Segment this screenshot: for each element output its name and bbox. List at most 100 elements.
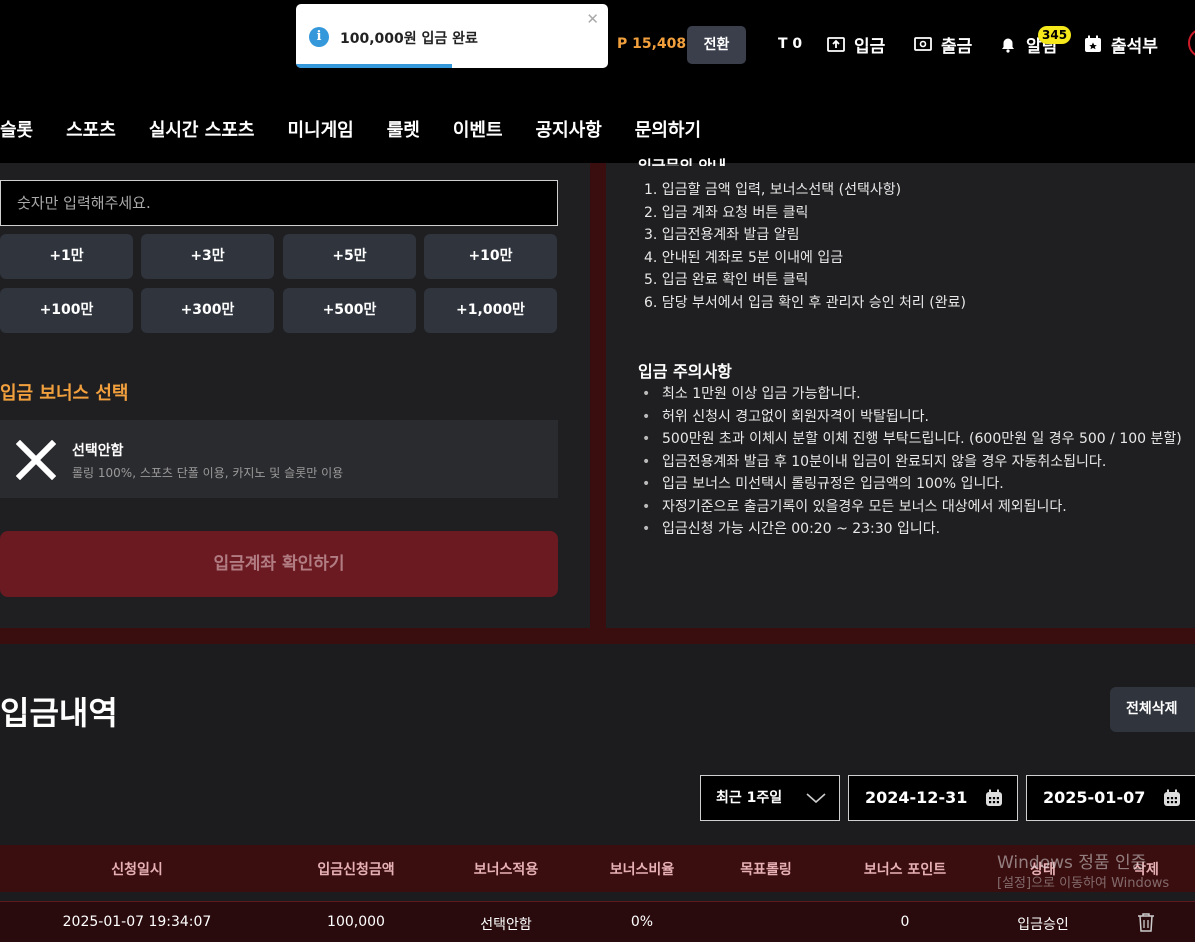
- period-select[interactable]: 최근 1주일: [700, 775, 840, 821]
- amount-quick-button[interactable]: +500만: [283, 288, 416, 333]
- history-title: 입금내역: [0, 694, 118, 732]
- guide-step: 3. 입금전용계좌 발급 알림: [644, 227, 800, 243]
- nav-link[interactable]: 미니게임: [287, 116, 353, 150]
- guide-steps-list: 1. 입금할 금액 입력, 보너스선택 (선택사항) 2. 입금 계좌 요청 버튼…: [644, 179, 966, 314]
- table-cell-ratio: 0%: [630, 914, 654, 930]
- main-navigation: 슬롯 스포츠 실시간 스포츠 미니게임 룰렛 이벤트 공지사항 문의하기: [0, 116, 734, 150]
- notification-toast: i 100,000원 입금 완료 ✕: [296, 4, 608, 68]
- bullet-icon: •: [642, 521, 651, 537]
- period-select-value: 최근 1주일: [716, 790, 783, 806]
- caution-item: • 허위 신청시 경고없이 회원자격이 박탈됩니다.: [642, 406, 1182, 429]
- column-header: 입금신청금액: [317, 862, 395, 878]
- amount-input[interactable]: [0, 180, 558, 226]
- bullet-icon: •: [642, 408, 651, 425]
- attendance-link[interactable]: 출석부: [1083, 32, 1158, 57]
- bullet-icon: •: [642, 498, 651, 515]
- points-balance: P 15,408: [617, 36, 687, 52]
- table-cell-amount: 100,000: [327, 914, 385, 930]
- amount-quick-button[interactable]: +1,000만: [424, 288, 557, 333]
- guide-step: 2. 입금 계좌 요청 버튼 클릭: [644, 204, 809, 221]
- caution-text: 입금신청 가능 시간은 00:20 ~ 23:30 입니다.: [662, 521, 941, 537]
- convert-button[interactable]: 전환: [687, 26, 746, 64]
- confirm-account-button[interactable]: 입금계좌 확인하기: [0, 531, 558, 597]
- amount-quick-button[interactable]: +300만: [141, 288, 274, 333]
- caution-item: • 500만원 초과 이체시 분할 이체 진행 부탁드립니다. (600만원 일 …: [642, 428, 1182, 451]
- table-cell-bonus-points: 0: [900, 914, 910, 930]
- caution-item: • 입금 보너스 미선택시 롤링규정은 입금액의 100% 입니다.: [642, 473, 1182, 496]
- caution-item: • 입금전용계좌 발급 후 10분이내 입금이 완료되지 않을 경우 자동취소됩니…: [642, 451, 1182, 474]
- column-header: 신청일시: [111, 862, 163, 878]
- withdraw-label: 출금: [941, 36, 973, 57]
- caution-item: • 입금신청 가능 시간은 00:20 ~ 23:30 입니다.: [642, 518, 1182, 541]
- nav-link[interactable]: 공지사항: [536, 116, 602, 150]
- caution-text: 자정기준으로 출금기록이 있을경우 모든 보너스 대상에서 제외됩니다.: [662, 498, 1067, 515]
- column-header: 보너스비율: [609, 862, 675, 878]
- deposit-link[interactable]: 입금: [826, 32, 886, 57]
- date-from-value: 2024-12-31: [865, 788, 968, 807]
- bell-icon: [1002, 38, 1014, 53]
- bullet-icon: •: [642, 386, 651, 402]
- nav-link[interactable]: 이벤트: [453, 116, 503, 150]
- withdraw-link[interactable]: 출금: [913, 32, 973, 57]
- close-icon[interactable]: ✕: [586, 10, 599, 28]
- date-to-value: 2025-01-07: [1043, 788, 1146, 807]
- bullet-icon: •: [642, 431, 651, 447]
- amount-quick-button[interactable]: +3만: [141, 234, 274, 279]
- notification-count-badge: 345: [1038, 26, 1072, 44]
- bonus-option-description: 롤링 100%, 스포츠 단폴 이용, 카지노 및 슬롯만 이용: [72, 466, 344, 480]
- calendar-icon[interactable]: [1163, 789, 1181, 807]
- bullet-icon: •: [642, 453, 651, 470]
- amount-quick-button[interactable]: +5만: [283, 234, 416, 279]
- caution-item: • 자정기준으로 출금기록이 있을경우 모든 보너스 대상에서 제외됩니다.: [642, 496, 1182, 519]
- bullet-icon: •: [642, 476, 651, 492]
- t-count: T 0: [778, 36, 803, 52]
- nav-link[interactable]: 문의하기: [635, 116, 701, 150]
- table-cell-date: 2025-01-07 19:34:07: [62, 914, 212, 930]
- guide-step: 6. 담당 부서에서 입금 확인 후 관리자 승인 처리 (완료): [644, 294, 966, 311]
- amount-quick-button[interactable]: +10만: [424, 234, 557, 279]
- nav-link[interactable]: 룰렛: [387, 116, 420, 150]
- nav-link[interactable]: 스포츠: [66, 116, 116, 150]
- nav-link[interactable]: 슬롯: [0, 116, 33, 150]
- amount-quick-button[interactable]: +100만: [0, 288, 133, 333]
- deposit-label: 입금: [854, 36, 886, 57]
- date-from-field[interactable]: 2024-12-31: [848, 775, 1018, 821]
- caution-text: 허위 신청시 경고없이 회원자격이 박탈됩니다.: [662, 408, 929, 425]
- deposit-icon: [827, 37, 845, 52]
- calendar-star-icon: [1085, 35, 1101, 52]
- table-row: 2025-01-07 19:34:07 100,000 선택안함 0% 0 입금승인: [0, 901, 1195, 942]
- panel-divider: [590, 163, 606, 628]
- profile-avatar[interactable]: [1188, 28, 1195, 58]
- delete-all-button[interactable]: 전체삭제: [1110, 687, 1195, 732]
- windows-activation-watermark-sub: [설정]으로 이동하여 Windows: [997, 876, 1170, 891]
- caution-text: 입금 보너스 미선택시 롤링규정은 입금액의 100% 입니다.: [662, 476, 1004, 492]
- windows-activation-watermark: Windows 정품 인증: [997, 853, 1147, 873]
- amount-quick-button[interactable]: +1만: [0, 234, 133, 279]
- panel-bottom-border: [0, 628, 1195, 644]
- bonus-section-title: 입금 보너스 선택: [0, 383, 129, 404]
- column-header: 목표롤링: [740, 862, 792, 878]
- column-header: 보너스적용: [473, 862, 539, 878]
- column-header: 보너스 포인트: [863, 862, 947, 878]
- top-header: i 100,000원 입금 완료 ✕ P 15,408 전환 T 0 입금 출금…: [0, 0, 1195, 163]
- caution-item: • 최소 1만원 이상 입금 가능합니다.: [642, 383, 1182, 406]
- toast-progress-bar: [296, 64, 452, 68]
- date-to-field[interactable]: 2025-01-07: [1026, 775, 1195, 821]
- guide-step: 5. 입금 완료 확인 버튼 클릭: [644, 272, 809, 288]
- attendance-label: 출석부: [1111, 36, 1158, 57]
- caution-text: 500만원 초과 이체시 분할 이체 진행 부탁드립니다. (600만원 일 경…: [662, 431, 1182, 447]
- trash-icon[interactable]: [1137, 912, 1155, 932]
- caution-list: • 최소 1만원 이상 입금 가능합니다. • 허위 신청시 경고없이 회원자격이 박…: [642, 383, 1182, 541]
- withdraw-icon: [914, 37, 932, 51]
- caution-text: 최소 1만원 이상 입금 가능합니다.: [662, 386, 861, 402]
- table-cell-status: 입금승인: [1017, 917, 1069, 933]
- bonus-option-none[interactable]: 선택안함 롤링 100%, 스포츠 단폴 이용, 카지노 및 슬롯만 이용: [0, 420, 558, 498]
- caution-title: 입금 주의사항: [638, 362, 732, 381]
- calendar-icon[interactable]: [985, 789, 1003, 807]
- guide-step: 4. 안내된 계좌로 5분 이내에 입금: [644, 249, 844, 266]
- nav-link[interactable]: 실시간 스포츠: [149, 116, 255, 150]
- chevron-down-icon: [806, 793, 826, 804]
- toast-message: 100,000원 입금 완료: [340, 31, 478, 47]
- bonus-option-name: 선택안함: [72, 443, 124, 459]
- caution-text: 입금전용계좌 발급 후 10분이내 입금이 완료되지 않을 경우 자동취소됩니다…: [662, 453, 1107, 470]
